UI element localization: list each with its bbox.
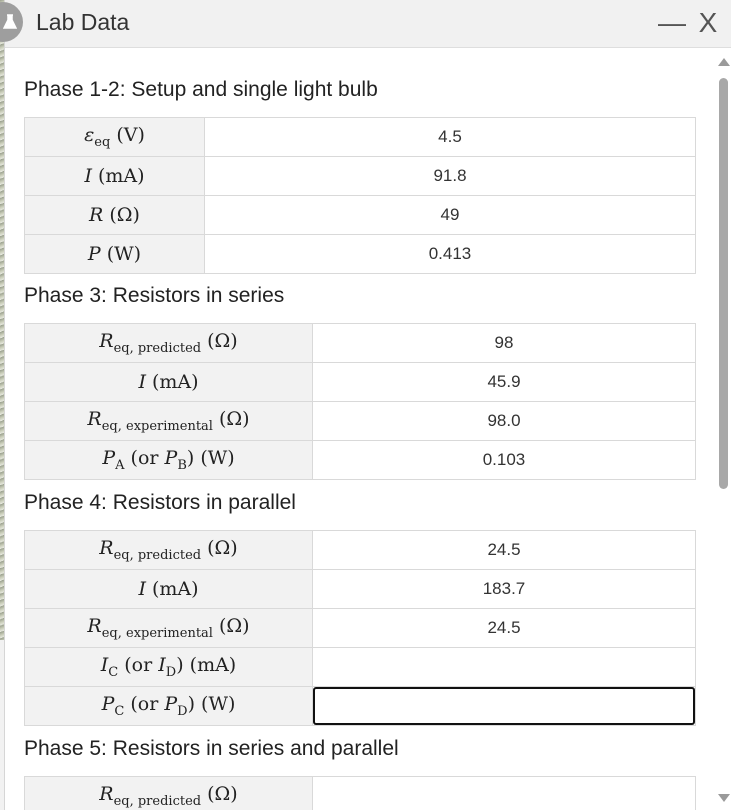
row-label: Req, predicted (Ω) — [24, 776, 313, 810]
table-row: P (W) 0.413 — [24, 234, 696, 274]
scroll-down-arrow-icon[interactable] — [718, 794, 730, 802]
table-phase-3: Req, predicted (Ω) 98 I (mA) 45.9 Req, e… — [24, 323, 696, 480]
value-cell[interactable]: 0.103 — [312, 440, 696, 480]
table-row: εeq (V) 4.5 — [24, 117, 696, 157]
flask-icon — [0, 2, 23, 42]
value-cell[interactable]: 98.0 — [312, 401, 696, 441]
close-button[interactable]: X — [691, 6, 725, 40]
value-cell[interactable] — [312, 647, 696, 687]
value-cell[interactable]: 91.8 — [204, 156, 696, 196]
row-label: Req, predicted (Ω) — [24, 323, 313, 363]
table-row: Req, experimental (Ω) 24.5 — [24, 608, 696, 648]
scroll-thumb[interactable] — [719, 78, 728, 489]
section-title-phase-4: Phase 4: Resistors in parallel — [24, 491, 296, 514]
row-label: PC (or PD) (W) — [24, 686, 313, 726]
table-row: Req, predicted (Ω) — [24, 776, 696, 810]
table-row: PA (or PB) (W) 0.103 — [24, 440, 696, 480]
title-bar[interactable]: Lab Data — X — [0, 0, 731, 48]
row-label: Req, experimental (Ω) — [24, 608, 313, 648]
value-cell[interactable]: 0.413 — [204, 234, 696, 274]
close-icon: X — [698, 7, 718, 38]
table-row: PC (or PD) (W) — [24, 686, 696, 726]
value-input-focused[interactable] — [312, 686, 696, 726]
value-cell[interactable]: 183.7 — [312, 569, 696, 609]
table-phase-5: Req, predicted (Ω) — [24, 776, 696, 810]
section-title-phase-5: Phase 5: Resistors in series and paralle… — [24, 737, 399, 760]
scroll-up-arrow-icon[interactable] — [718, 58, 730, 66]
value-cell[interactable] — [312, 776, 696, 810]
vertical-scrollbar[interactable] — [714, 48, 731, 810]
lab-data-window: Lab Data — X Phase 1-2: Setup and single… — [0, 0, 731, 810]
value-cell[interactable]: 4.5 — [204, 117, 696, 157]
table-row: IC (or ID) (mA) — [24, 647, 696, 687]
row-label: I (mA) — [24, 569, 313, 609]
table-row: Req, predicted (Ω) 24.5 — [24, 530, 696, 570]
value-cell[interactable]: 49 — [204, 195, 696, 235]
row-label: PA (or PB) (W) — [24, 440, 313, 480]
minimize-icon: — — [658, 7, 686, 38]
table-row: I (mA) 183.7 — [24, 569, 696, 609]
row-label: IC (or ID) (mA) — [24, 647, 313, 687]
row-label: εeq (V) — [24, 117, 205, 157]
section-title-phase-1-2: Phase 1-2: Setup and single light bulb — [24, 78, 378, 101]
section-title-phase-3: Phase 3: Resistors in series — [24, 284, 285, 307]
row-label: R (Ω) — [24, 195, 205, 235]
row-label: P (W) — [24, 234, 205, 274]
value-cell[interactable]: 24.5 — [312, 530, 696, 570]
row-label: Req, experimental (Ω) — [24, 401, 313, 441]
table-phase-4: Req, predicted (Ω) 24.5 I (mA) 183.7 Req… — [24, 530, 696, 726]
table-row: I (mA) 45.9 — [24, 362, 696, 402]
value-cell[interactable]: 98 — [312, 323, 696, 363]
minimize-button[interactable]: — — [655, 6, 689, 40]
value-cell[interactable]: 24.5 — [312, 608, 696, 648]
table-row: R (Ω) 49 — [24, 195, 696, 235]
table-row: I (mA) 91.8 — [24, 156, 696, 196]
lab-data-content: Phase 1-2: Setup and single light bulb ε… — [5, 48, 715, 810]
table-phase-1-2: εeq (V) 4.5 I (mA) 91.8 R (Ω) 49 P (W) 0… — [24, 117, 696, 274]
row-label: Req, predicted (Ω) — [24, 530, 313, 570]
window-title: Lab Data — [36, 9, 130, 35]
table-row: Req, experimental (Ω) 98.0 — [24, 401, 696, 441]
table-row: Req, predicted (Ω) 98 — [24, 323, 696, 363]
row-label: I (mA) — [24, 156, 205, 196]
value-cell[interactable]: 45.9 — [312, 362, 696, 402]
row-label: I (mA) — [24, 362, 313, 402]
